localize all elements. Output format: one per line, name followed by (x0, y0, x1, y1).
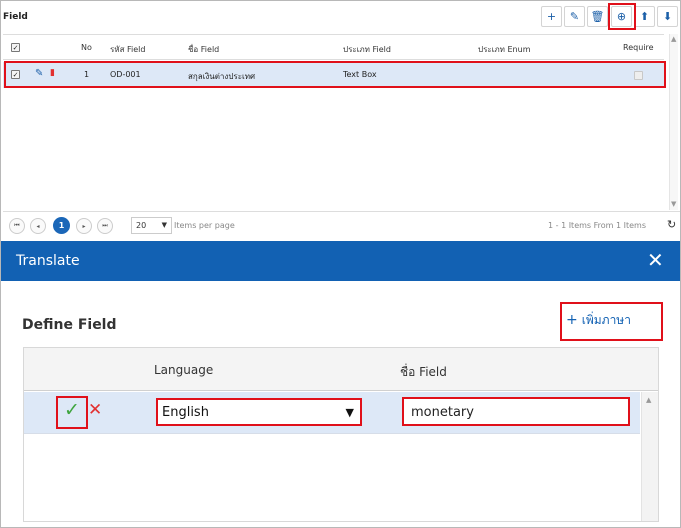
pager: ⏮ ◂ 1 ▸ ⏭ 20 ▼ Items per page 1 - 1 Item… (3, 211, 680, 238)
first-page-button[interactable]: ⏮ (9, 218, 25, 234)
column-require[interactable]: Require (623, 43, 654, 52)
plus-icon: + (546, 10, 557, 23)
move-down-button[interactable]: ⬇ (657, 6, 678, 27)
row-highlight (4, 61, 666, 88)
page-size-select[interactable]: 20 ▼ (131, 217, 172, 234)
cancel-x-icon[interactable]: ✕ (88, 400, 102, 420)
dialog-title: Translate (16, 253, 80, 269)
column-field-name: ชื่อ Field (400, 365, 447, 379)
close-icon[interactable]: ✕ (647, 248, 664, 272)
prev-page-button[interactable]: ◂ (30, 218, 46, 234)
pencil-icon: ✎ (569, 10, 580, 23)
translate-table-scrollbar[interactable]: ▲ (641, 392, 658, 521)
refresh-icon[interactable]: ↻ (667, 218, 676, 231)
translate-table: Language ชื่อ Field ▲ (23, 347, 659, 522)
column-type[interactable]: ประเภท Field (343, 43, 391, 56)
scroll-down-arrow-icon[interactable]: ▼ (671, 200, 676, 208)
language-select[interactable]: English ▼ (156, 398, 362, 426)
column-name[interactable]: ชื่อ Field (188, 43, 219, 56)
pager-summary: 1 - 1 Items From 1 Items (548, 221, 646, 230)
arrow-down-icon: ⬇ (662, 10, 673, 23)
edit-button[interactable]: ✎ (564, 6, 585, 27)
scroll-up-arrow-icon[interactable]: ▲ (646, 396, 651, 404)
current-page-button[interactable]: 1 (53, 217, 70, 234)
arrow-up-icon: ⬆ (639, 10, 650, 23)
translate-table-header: Language ชื่อ Field (24, 348, 658, 391)
dropdown-caret-icon: ▼ (345, 406, 354, 419)
confirm-highlight (56, 396, 88, 429)
page-size-value: 20 (136, 221, 147, 230)
items-per-page-label: Items per page (174, 221, 235, 230)
field-name-input[interactable]: monetary (402, 397, 630, 426)
last-page-button[interactable]: ⏭ (97, 218, 113, 234)
dropdown-caret-icon: ▼ (161, 221, 167, 229)
translate-button-highlight (608, 3, 636, 30)
dialog-header: Translate ✕ (1, 241, 680, 281)
select-all-checkbox[interactable]: ✓ (11, 43, 20, 52)
field-panel-title: Field (3, 12, 28, 22)
next-page-button[interactable]: ▸ (76, 218, 92, 234)
field-grid-scrollbar[interactable]: ▲ ▼ (669, 34, 678, 210)
column-language: Language (154, 363, 214, 377)
language-value: English (162, 405, 209, 420)
column-no[interactable]: No (81, 43, 92, 52)
add-language-highlight (560, 302, 663, 341)
section-title: Define Field (22, 317, 117, 333)
trash-icon: 🗑 (590, 10, 605, 23)
delete-button[interactable]: 🗑 (587, 6, 608, 27)
column-enum-type[interactable]: ประเภท Enum (478, 43, 530, 56)
column-code[interactable]: รหัส Field (110, 43, 145, 56)
move-up-button[interactable]: ⬆ (634, 6, 655, 27)
field-grid-header: ✓ No รหัส Field ชื่อ Field ประเภท Field … (3, 34, 664, 60)
add-button[interactable]: + (541, 6, 562, 27)
scroll-up-arrow-icon[interactable]: ▲ (671, 35, 676, 43)
